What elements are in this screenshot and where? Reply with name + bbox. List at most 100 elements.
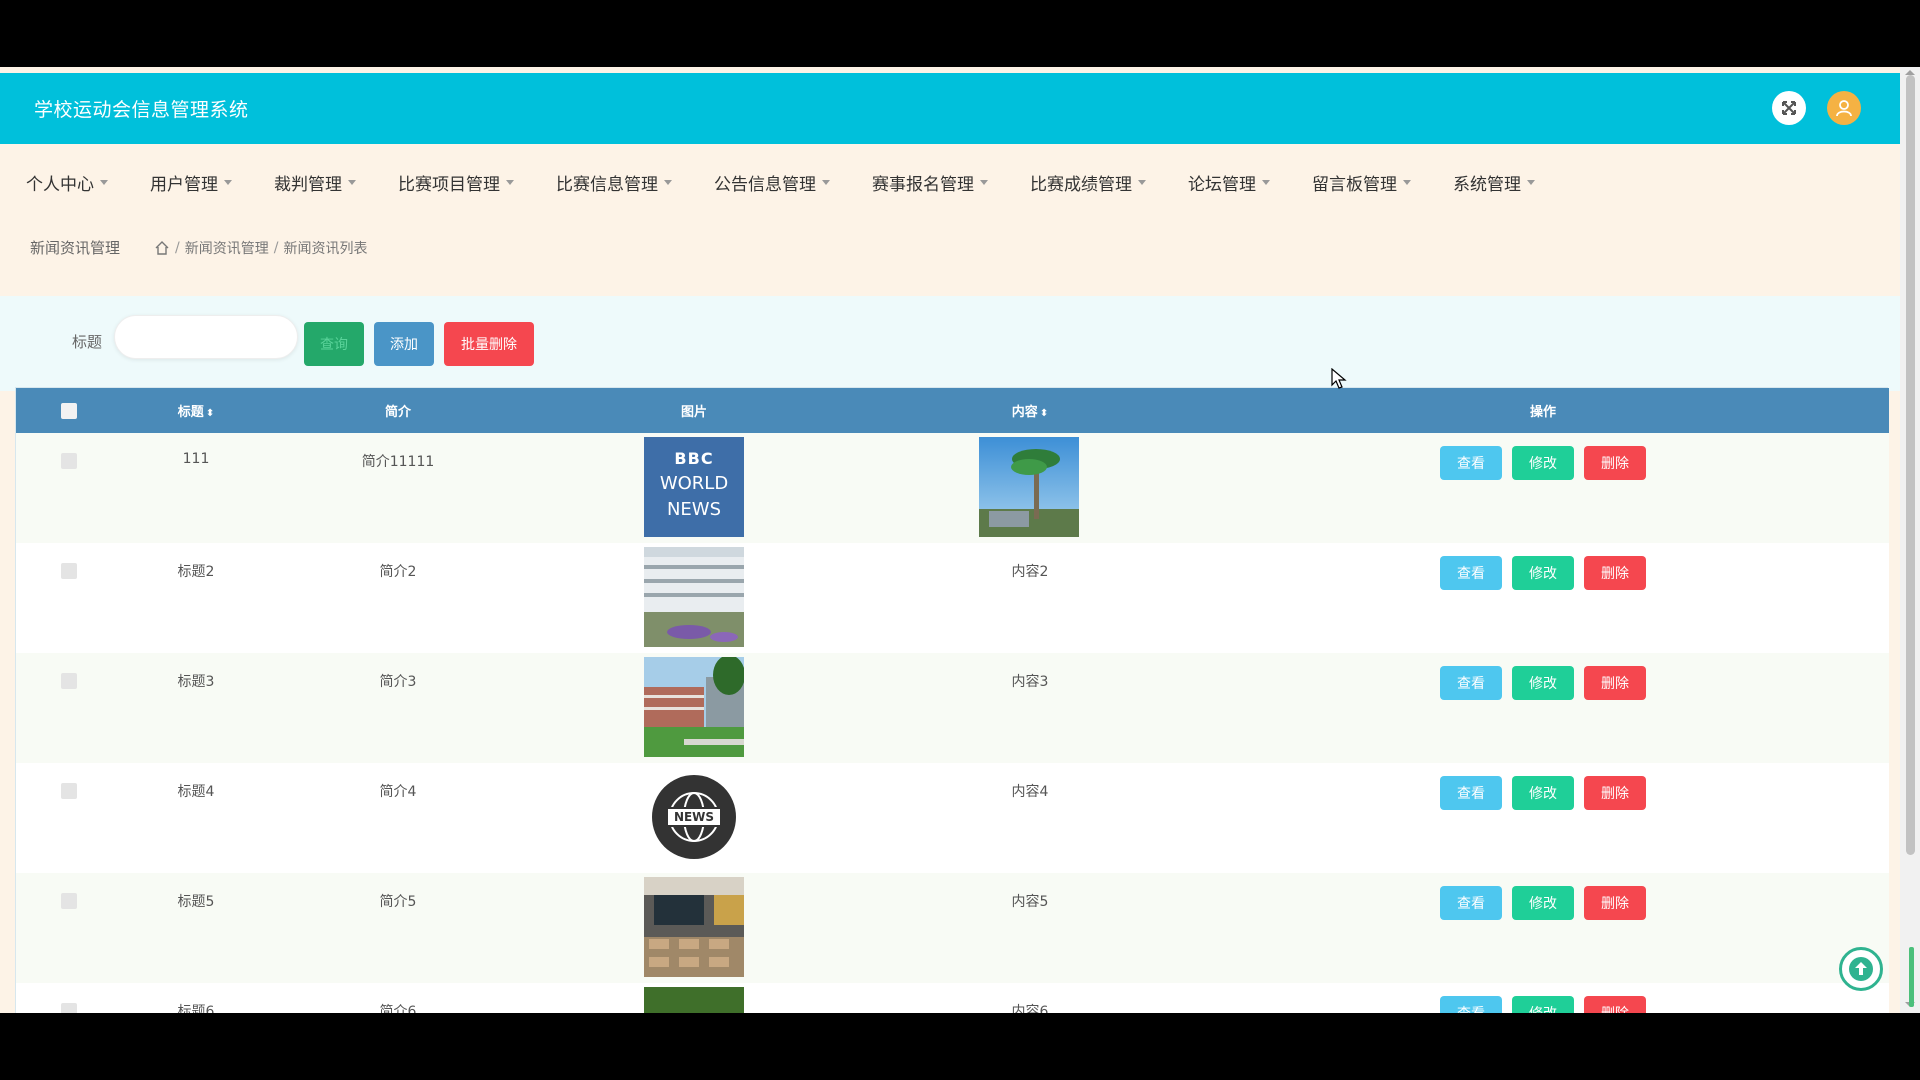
delete-button[interactable]: 删除	[1584, 996, 1646, 1013]
breadcrumb-item: 新闻资讯列表	[283, 240, 368, 257]
chevron-down-icon	[1403, 179, 1411, 185]
delete-button[interactable]: 删除	[1584, 446, 1646, 480]
cell-intro: 简介5	[379, 894, 417, 910]
table-row: 标题6 简介6 内容6 查看 修改 删除	[16, 983, 1889, 1013]
edit-button[interactable]: 修改	[1512, 556, 1574, 590]
cell-content: 内容5	[1011, 894, 1049, 910]
table-header: 标题 ⬍ 简介 图片 内容 ⬍ 操作	[16, 388, 1889, 433]
edit-button[interactable]: 修改	[1512, 666, 1574, 700]
search-panel: 标题 查询 添加 批量删除	[0, 296, 1900, 391]
chevron-down-icon	[1138, 179, 1146, 185]
chevron-down-icon	[100, 179, 108, 185]
classroom-desks-image	[644, 877, 744, 977]
nav-item-forum-management[interactable]: 论坛管理	[1188, 170, 1270, 195]
column-header-content[interactable]: 内容 ⬍	[1012, 401, 1048, 420]
chevron-down-icon	[1527, 179, 1535, 185]
row-checkbox[interactable]	[61, 1003, 77, 1013]
campus-building-courtyard-image	[644, 547, 744, 647]
palm-tree-campus-image	[979, 437, 1079, 537]
edit-button[interactable]: 修改	[1512, 776, 1574, 810]
column-header-image: 图片	[680, 405, 708, 420]
cell-title: 标题3	[177, 674, 215, 690]
green-plants-image	[644, 987, 744, 1013]
breadcrumb-item[interactable]: 新闻资讯管理	[185, 238, 269, 258]
row-checkbox[interactable]	[61, 783, 77, 799]
title-search-input[interactable]	[114, 315, 298, 359]
add-button[interactable]: 添加	[374, 322, 434, 366]
nav-item-score-management[interactable]: 比赛成绩管理	[1030, 170, 1146, 195]
cell-intro: 简介11111	[361, 454, 435, 470]
nav-item-system-management[interactable]: 系统管理	[1453, 170, 1535, 195]
nav-item-event-project-management[interactable]: 比赛项目管理	[398, 170, 514, 195]
sort-icon: ⬍	[205, 408, 215, 419]
user-avatar-button[interactable]	[1827, 91, 1861, 125]
scroll-indicator	[1909, 947, 1914, 1007]
news-globe-logo-image: NEWS	[644, 767, 744, 867]
breadcrumb-path: / 新闻资讯管理 / 新闻资讯列表	[154, 238, 367, 258]
view-button[interactable]: 查看	[1440, 666, 1502, 700]
delete-button[interactable]: 删除	[1584, 886, 1646, 920]
row-checkbox[interactable]	[61, 453, 77, 469]
cell-intro: 简介3	[379, 674, 417, 690]
chevron-down-icon	[224, 179, 232, 185]
chevron-down-icon	[822, 179, 830, 185]
chevron-down-icon	[348, 179, 356, 185]
home-icon[interactable]	[154, 240, 170, 256]
page-title: 新闻资讯管理	[30, 239, 121, 257]
row-checkbox[interactable]	[61, 673, 77, 689]
nav-item-announcement-management[interactable]: 公告信息管理	[714, 170, 830, 195]
user-icon	[1836, 100, 1852, 117]
app-screen: 学校运动会信息管理系统 个人中心 用户管理 裁判管理 比赛项目管理 比赛信息管理…	[0, 67, 1920, 1013]
nav-item-message-board-management[interactable]: 留言板管理	[1312, 170, 1411, 195]
table-row: 标题3 简介3 内容3 查看 修改 删除	[16, 653, 1889, 763]
edit-button[interactable]: 修改	[1512, 996, 1574, 1013]
back-to-top-button[interactable]	[1839, 947, 1883, 991]
main-nav: 个人中心 用户管理 裁判管理 比赛项目管理 比赛信息管理 公告信息管理 赛事报名…	[0, 144, 1900, 220]
arrow-up-icon	[1849, 957, 1873, 981]
nav-item-registration-management[interactable]: 赛事报名管理	[872, 170, 988, 195]
breadcrumb: 新闻资讯管理 / 新闻资讯管理 / 新闻资讯列表	[0, 220, 1900, 275]
nav-item-match-info-management[interactable]: 比赛信息管理	[556, 170, 672, 195]
campus-garden-building-image	[644, 657, 744, 757]
view-button[interactable]: 查看	[1440, 996, 1502, 1013]
mouse-cursor-icon	[1331, 368, 1347, 389]
delete-button[interactable]: 删除	[1584, 776, 1646, 810]
table-row: 标题5 简介5 内容5 查看 修改 删除	[16, 873, 1889, 983]
fullscreen-toggle-button[interactable]	[1772, 91, 1806, 125]
select-all-checkbox[interactable]	[61, 403, 77, 419]
view-button[interactable]: 查看	[1440, 556, 1502, 590]
row-checkbox[interactable]	[61, 893, 77, 909]
view-button[interactable]: 查看	[1440, 446, 1502, 480]
delete-button[interactable]: 删除	[1584, 666, 1646, 700]
column-header-title[interactable]: 标题 ⬍	[178, 401, 214, 420]
page-scrollbar-thumb[interactable]	[1906, 75, 1915, 855]
table-row: 111 简介11111 BBC WORLD NEWS 查看 修改 删除	[16, 433, 1889, 543]
row-checkbox[interactable]	[61, 563, 77, 579]
batch-delete-button[interactable]: 批量删除	[444, 322, 534, 366]
chevron-down-icon	[506, 179, 514, 185]
edit-button[interactable]: 修改	[1512, 886, 1574, 920]
table-row: 标题2 简介2 内容2 查看 修改 删除	[16, 543, 1889, 653]
cell-title: 标题4	[177, 784, 215, 800]
search-button[interactable]: 查询	[304, 322, 364, 366]
cell-title: 标题6	[177, 1004, 215, 1013]
edit-button[interactable]: 修改	[1512, 446, 1574, 480]
column-header-intro: 简介	[384, 405, 412, 420]
cell-content: 内容4	[1011, 784, 1049, 800]
scroll-up-icon[interactable]	[1905, 70, 1915, 75]
cell-content: 内容2	[1011, 564, 1049, 580]
header-bar: 学校运动会信息管理系统	[0, 73, 1900, 144]
nav-item-referee-management[interactable]: 裁判管理	[274, 170, 356, 195]
nav-item-personal-center[interactable]: 个人中心	[26, 170, 108, 195]
title-search-label: 标题	[72, 333, 103, 351]
cell-content: 内容6	[1011, 1004, 1049, 1013]
view-button[interactable]: 查看	[1440, 776, 1502, 810]
column-header-actions: 操作	[1529, 405, 1557, 420]
view-button[interactable]: 查看	[1440, 886, 1502, 920]
cell-intro: 简介6	[379, 1004, 417, 1013]
bbc-world-news-image: BBC WORLD NEWS	[644, 437, 744, 537]
delete-button[interactable]: 删除	[1584, 556, 1646, 590]
nav-item-user-management[interactable]: 用户管理	[150, 170, 232, 195]
chevron-down-icon	[1262, 179, 1270, 185]
cell-title: 111	[182, 451, 210, 467]
